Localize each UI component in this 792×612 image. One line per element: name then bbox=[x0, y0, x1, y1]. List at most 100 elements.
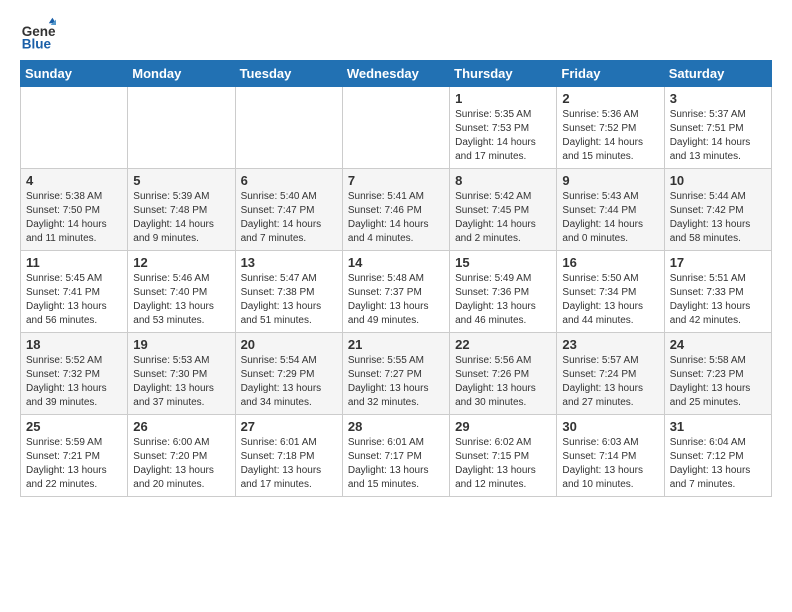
day-info: Sunrise: 5:52 AM Sunset: 7:32 PM Dayligh… bbox=[26, 354, 122, 410]
calendar-cell: 18 Sunrise: 5:52 AM Sunset: 7:32 PM Dayli… bbox=[21, 333, 128, 415]
day-number: 17 bbox=[670, 255, 766, 270]
day-number: 22 bbox=[455, 337, 551, 352]
day-number: 7 bbox=[348, 173, 444, 188]
day-info: Sunrise: 5:58 AM Sunset: 7:23 PM Dayligh… bbox=[670, 354, 766, 410]
calendar-cell: 13 Sunrise: 5:47 AM Sunset: 7:38 PM Dayli… bbox=[235, 251, 342, 333]
calendar-cell: 25 Sunrise: 5:59 AM Sunset: 7:21 PM Dayli… bbox=[21, 415, 128, 497]
col-header-wednesday: Wednesday bbox=[342, 61, 449, 87]
calendar-cell: 15 Sunrise: 5:49 AM Sunset: 7:36 PM Dayli… bbox=[450, 251, 557, 333]
day-info: Sunrise: 5:45 AM Sunset: 7:41 PM Dayligh… bbox=[26, 272, 122, 328]
calendar-cell: 3 Sunrise: 5:37 AM Sunset: 7:51 PM Daylig… bbox=[664, 87, 771, 169]
day-number: 1 bbox=[455, 91, 551, 106]
day-number: 23 bbox=[562, 337, 658, 352]
day-info: Sunrise: 5:46 AM Sunset: 7:40 PM Dayligh… bbox=[133, 272, 229, 328]
day-info: Sunrise: 5:53 AM Sunset: 7:30 PM Dayligh… bbox=[133, 354, 229, 410]
calendar-cell: 31 Sunrise: 6:04 AM Sunset: 7:12 PM Dayli… bbox=[664, 415, 771, 497]
page-header: General Blue bbox=[20, 16, 772, 52]
calendar-cell bbox=[128, 87, 235, 169]
col-header-tuesday: Tuesday bbox=[235, 61, 342, 87]
day-number: 26 bbox=[133, 419, 229, 434]
day-number: 16 bbox=[562, 255, 658, 270]
day-number: 2 bbox=[562, 91, 658, 106]
col-header-saturday: Saturday bbox=[664, 61, 771, 87]
day-number: 31 bbox=[670, 419, 766, 434]
day-info: Sunrise: 6:02 AM Sunset: 7:15 PM Dayligh… bbox=[455, 436, 551, 492]
calendar-cell bbox=[21, 87, 128, 169]
calendar-cell: 28Sunrise: 6:01 AM Sunset: 7:17 PM Dayli… bbox=[342, 415, 449, 497]
calendar-cell: 24Sunrise: 5:58 AM Sunset: 7:23 PM Dayli… bbox=[664, 333, 771, 415]
day-number: 27 bbox=[241, 419, 337, 434]
col-header-thursday: Thursday bbox=[450, 61, 557, 87]
calendar-week-row: 1 Sunrise: 5:35 AM Sunset: 7:53 PM Daylig… bbox=[21, 87, 772, 169]
calendar-cell: 14 Sunrise: 5:48 AM Sunset: 7:37 PM Dayli… bbox=[342, 251, 449, 333]
calendar-cell: 4 Sunrise: 5:38 AM Sunset: 7:50 PM Daylig… bbox=[21, 169, 128, 251]
calendar-cell: 12Sunrise: 5:46 AM Sunset: 7:40 PM Dayli… bbox=[128, 251, 235, 333]
logo-icon: General Blue bbox=[20, 16, 56, 52]
calendar-cell: 27 Sunrise: 6:01 AM Sunset: 7:18 PM Dayli… bbox=[235, 415, 342, 497]
calendar-cell: 17 Sunrise: 5:51 AM Sunset: 7:33 PM Dayli… bbox=[664, 251, 771, 333]
calendar-cell: 5 Sunrise: 5:39 AM Sunset: 7:48 PM Daylig… bbox=[128, 169, 235, 251]
day-info: Sunrise: 5:48 AM Sunset: 7:37 PM Dayligh… bbox=[348, 272, 444, 328]
calendar-cell: 26 Sunrise: 6:00 AM Sunset: 7:20 PM Dayli… bbox=[128, 415, 235, 497]
day-number: 30 bbox=[562, 419, 658, 434]
day-info: Sunrise: 5:59 AM Sunset: 7:21 PM Dayligh… bbox=[26, 436, 122, 492]
col-header-sunday: Sunday bbox=[21, 61, 128, 87]
day-info: Sunrise: 6:00 AM Sunset: 7:20 PM Dayligh… bbox=[133, 436, 229, 492]
day-number: 15 bbox=[455, 255, 551, 270]
calendar-cell: 19 Sunrise: 5:53 AM Sunset: 7:30 PM Dayli… bbox=[128, 333, 235, 415]
calendar-cell: 9Sunrise: 5:43 AM Sunset: 7:44 PM Daylig… bbox=[557, 169, 664, 251]
calendar-table: SundayMondayTuesdayWednesdayThursdayFrid… bbox=[20, 60, 772, 497]
calendar-cell: 29Sunrise: 6:02 AM Sunset: 7:15 PM Dayli… bbox=[450, 415, 557, 497]
day-info: Sunrise: 6:01 AM Sunset: 7:17 PM Dayligh… bbox=[348, 436, 444, 492]
calendar-week-row: 18 Sunrise: 5:52 AM Sunset: 7:32 PM Dayli… bbox=[21, 333, 772, 415]
calendar-cell: 7 Sunrise: 5:41 AM Sunset: 7:46 PM Daylig… bbox=[342, 169, 449, 251]
day-info: Sunrise: 6:03 AM Sunset: 7:14 PM Dayligh… bbox=[562, 436, 658, 492]
calendar-cell: 22 Sunrise: 5:56 AM Sunset: 7:26 PM Dayli… bbox=[450, 333, 557, 415]
calendar-cell: 20 Sunrise: 5:54 AM Sunset: 7:29 PM Dayli… bbox=[235, 333, 342, 415]
calendar-week-row: 25 Sunrise: 5:59 AM Sunset: 7:21 PM Dayli… bbox=[21, 415, 772, 497]
day-number: 3 bbox=[670, 91, 766, 106]
day-info: Sunrise: 5:56 AM Sunset: 7:26 PM Dayligh… bbox=[455, 354, 551, 410]
day-number: 4 bbox=[26, 173, 122, 188]
calendar-cell: 21 Sunrise: 5:55 AM Sunset: 7:27 PM Dayli… bbox=[342, 333, 449, 415]
day-info: Sunrise: 5:42 AM Sunset: 7:45 PM Dayligh… bbox=[455, 190, 551, 246]
day-number: 11 bbox=[26, 255, 122, 270]
day-number: 9 bbox=[562, 173, 658, 188]
calendar-cell: 1 Sunrise: 5:35 AM Sunset: 7:53 PM Daylig… bbox=[450, 87, 557, 169]
day-info: Sunrise: 5:41 AM Sunset: 7:46 PM Dayligh… bbox=[348, 190, 444, 246]
day-info: Sunrise: 5:38 AM Sunset: 7:50 PM Dayligh… bbox=[26, 190, 122, 246]
day-info: Sunrise: 5:51 AM Sunset: 7:33 PM Dayligh… bbox=[670, 272, 766, 328]
day-number: 5 bbox=[133, 173, 229, 188]
day-info: Sunrise: 5:40 AM Sunset: 7:47 PM Dayligh… bbox=[241, 190, 337, 246]
col-header-monday: Monday bbox=[128, 61, 235, 87]
day-number: 25 bbox=[26, 419, 122, 434]
day-info: Sunrise: 5:55 AM Sunset: 7:27 PM Dayligh… bbox=[348, 354, 444, 410]
day-info: Sunrise: 5:37 AM Sunset: 7:51 PM Dayligh… bbox=[670, 108, 766, 164]
calendar-cell: 10Sunrise: 5:44 AM Sunset: 7:42 PM Dayli… bbox=[664, 169, 771, 251]
col-header-friday: Friday bbox=[557, 61, 664, 87]
calendar-cell: 2 Sunrise: 5:36 AM Sunset: 7:52 PM Daylig… bbox=[557, 87, 664, 169]
day-info: Sunrise: 5:36 AM Sunset: 7:52 PM Dayligh… bbox=[562, 108, 658, 164]
day-info: Sunrise: 5:39 AM Sunset: 7:48 PM Dayligh… bbox=[133, 190, 229, 246]
day-number: 19 bbox=[133, 337, 229, 352]
day-info: Sunrise: 5:35 AM Sunset: 7:53 PM Dayligh… bbox=[455, 108, 551, 164]
header-row: SundayMondayTuesdayWednesdayThursdayFrid… bbox=[21, 61, 772, 87]
calendar-cell: 11 Sunrise: 5:45 AM Sunset: 7:41 PM Dayli… bbox=[21, 251, 128, 333]
day-info: Sunrise: 5:49 AM Sunset: 7:36 PM Dayligh… bbox=[455, 272, 551, 328]
calendar-cell: 30 Sunrise: 6:03 AM Sunset: 7:14 PM Dayli… bbox=[557, 415, 664, 497]
day-number: 20 bbox=[241, 337, 337, 352]
day-number: 18 bbox=[26, 337, 122, 352]
calendar-cell: 23Sunrise: 5:57 AM Sunset: 7:24 PM Dayli… bbox=[557, 333, 664, 415]
day-number: 21 bbox=[348, 337, 444, 352]
day-number: 6 bbox=[241, 173, 337, 188]
day-number: 13 bbox=[241, 255, 337, 270]
day-info: Sunrise: 6:01 AM Sunset: 7:18 PM Dayligh… bbox=[241, 436, 337, 492]
day-info: Sunrise: 5:54 AM Sunset: 7:29 PM Dayligh… bbox=[241, 354, 337, 410]
day-info: Sunrise: 5:47 AM Sunset: 7:38 PM Dayligh… bbox=[241, 272, 337, 328]
day-number: 8 bbox=[455, 173, 551, 188]
calendar-cell: 6 Sunrise: 5:40 AM Sunset: 7:47 PM Daylig… bbox=[235, 169, 342, 251]
day-number: 14 bbox=[348, 255, 444, 270]
day-info: Sunrise: 6:04 AM Sunset: 7:12 PM Dayligh… bbox=[670, 436, 766, 492]
day-number: 10 bbox=[670, 173, 766, 188]
calendar-week-row: 4 Sunrise: 5:38 AM Sunset: 7:50 PM Daylig… bbox=[21, 169, 772, 251]
